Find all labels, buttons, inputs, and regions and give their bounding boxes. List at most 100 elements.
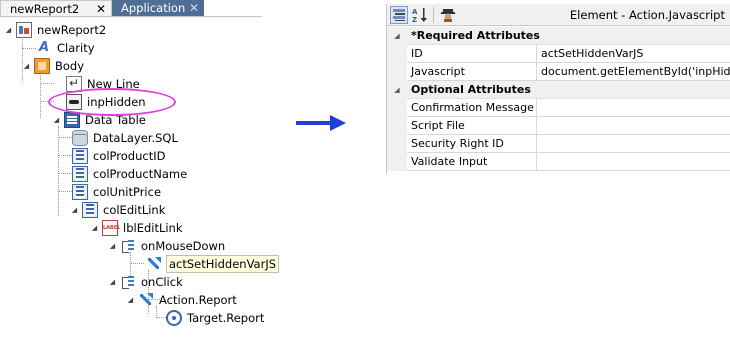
collapse-arrow-icon[interactable]: ◢ bbox=[387, 81, 407, 99]
data-table-icon bbox=[64, 112, 80, 128]
category-label: *Required Attributes bbox=[407, 27, 730, 45]
collapse-arrow-icon[interactable]: ◢ bbox=[52, 116, 61, 124]
column-icon bbox=[72, 148, 88, 164]
collapse-arrow-icon[interactable]: ◢ bbox=[126, 296, 135, 304]
categorized-view-icon bbox=[393, 9, 405, 21]
tree-item-onclick[interactable]: ◢ onClick bbox=[108, 273, 184, 291]
body-icon bbox=[34, 58, 50, 74]
tree-connector bbox=[40, 83, 54, 84]
tree-item-onmousedown[interactable]: ◢ onMouseDown bbox=[108, 237, 226, 255]
property-name: Security Right ID bbox=[407, 135, 537, 153]
tree-item-label: onClick bbox=[141, 275, 183, 289]
category-row-optional[interactable]: ◢ Optional Attributes bbox=[387, 81, 730, 99]
tree-connector bbox=[58, 126, 59, 216]
tree-item-colproductid[interactable]: colProductID bbox=[72, 147, 166, 165]
report-definition-tree: ◢ newReport2 A Clarity ◢ Body New Line i… bbox=[0, 18, 290, 352]
tab-application[interactable]: Application ✕ bbox=[112, 0, 204, 17]
property-name: Script File bbox=[407, 117, 537, 135]
report-icon bbox=[16, 22, 32, 38]
property-pages-icon bbox=[441, 9, 455, 22]
property-name: Confirmation Message bbox=[407, 99, 537, 117]
tree-item-label-selected: actSetHiddenVarJS bbox=[166, 255, 280, 273]
property-row-id[interactable]: ID actSetHiddenVarJS bbox=[387, 45, 730, 63]
property-row-confirmation-message[interactable]: Confirmation Message bbox=[387, 99, 730, 117]
tree-item-newreport2[interactable]: ◢ newReport2 bbox=[4, 21, 107, 39]
svg-text:Z: Z bbox=[412, 16, 417, 23]
property-value-field[interactable] bbox=[537, 99, 730, 117]
right-arrow-icon bbox=[296, 115, 346, 131]
property-value-field[interactable] bbox=[537, 117, 730, 135]
tree-item-clarity[interactable]: A Clarity bbox=[36, 39, 96, 57]
action-icon bbox=[138, 292, 154, 308]
property-name: ID bbox=[407, 45, 537, 63]
tree-item-colunitprice[interactable]: colUnitPrice bbox=[72, 183, 162, 201]
categorized-view-button[interactable] bbox=[390, 6, 408, 24]
label-icon: LABEL bbox=[102, 220, 120, 236]
tree-connector bbox=[22, 48, 36, 49]
row-gutter bbox=[387, 153, 407, 171]
row-gutter bbox=[387, 135, 407, 153]
property-value-field[interactable] bbox=[537, 135, 730, 153]
close-icon[interactable]: ✕ bbox=[189, 0, 199, 17]
property-name: Validate Input bbox=[407, 153, 537, 171]
tree-connector bbox=[156, 317, 166, 318]
tree-item-label: lblEditLink bbox=[123, 221, 183, 235]
column-icon bbox=[72, 184, 88, 200]
tree-item-label: Body bbox=[55, 59, 85, 73]
tree-connector bbox=[58, 191, 72, 192]
tree-item-actsethiddenvarjs[interactable]: actSetHiddenVarJS bbox=[146, 255, 280, 273]
datalayer-icon bbox=[72, 130, 88, 146]
tree-item-label: colUnitPrice bbox=[93, 185, 162, 199]
tree-item-datalayer[interactable]: DataLayer.SQL bbox=[72, 129, 179, 147]
property-row-javascript[interactable]: Javascript document.getElementById('inpH… bbox=[387, 63, 730, 81]
collapse-arrow-icon[interactable]: ◢ bbox=[70, 206, 79, 214]
column-icon bbox=[82, 202, 98, 218]
property-row-script-file[interactable]: Script File bbox=[387, 117, 730, 135]
property-value-field[interactable] bbox=[537, 153, 730, 171]
property-row-security-right-id[interactable]: Security Right ID bbox=[387, 135, 730, 153]
highlight-ellipse bbox=[48, 88, 176, 116]
tree-item-colproductname[interactable]: colProductName bbox=[72, 165, 188, 183]
collapse-arrow-icon[interactable]: ◢ bbox=[4, 26, 13, 34]
tree-item-label: Clarity bbox=[57, 41, 95, 55]
event-handler-icon bbox=[120, 274, 136, 290]
category-label: Optional Attributes bbox=[407, 81, 730, 99]
tree-item-body[interactable]: ◢ Body bbox=[22, 57, 85, 75]
tree-item-lbleditlink[interactable]: ◢ LABEL lblEditLink bbox=[90, 219, 184, 237]
alphabetical-sort-button[interactable]: A Z bbox=[411, 6, 429, 24]
document-tab-bar: newReport2 ✕ Application ✕ bbox=[0, 0, 262, 18]
tree-item-label: newReport2 bbox=[37, 23, 107, 37]
tree-item-label: Target.Report bbox=[187, 311, 265, 325]
collapse-arrow-icon[interactable]: ◢ bbox=[108, 242, 117, 250]
tab-newreport2-label: newReport2 bbox=[10, 2, 80, 16]
style-icon: A bbox=[38, 40, 50, 55]
column-icon bbox=[72, 166, 88, 182]
property-name: Javascript bbox=[407, 63, 537, 81]
collapse-arrow-icon[interactable]: ◢ bbox=[22, 62, 31, 70]
tree-connector bbox=[58, 155, 72, 156]
property-grid: ◢ *Required Attributes ID actSetHiddenVa… bbox=[387, 27, 730, 171]
tree-item-label: DataLayer.SQL bbox=[93, 131, 178, 145]
property-value-field[interactable]: actSetHiddenVarJS bbox=[537, 45, 730, 63]
tab-newreport2[interactable]: newReport2 ✕ bbox=[0, 0, 112, 17]
target-icon bbox=[166, 310, 182, 326]
tree-item-label: colProductName bbox=[93, 167, 188, 181]
event-handler-icon bbox=[120, 238, 136, 254]
tree-item-label: Action.Report bbox=[159, 293, 237, 307]
toolbar-separator bbox=[433, 7, 434, 23]
collapse-arrow-icon[interactable]: ◢ bbox=[387, 27, 407, 45]
row-gutter bbox=[387, 45, 407, 63]
row-gutter bbox=[387, 117, 407, 135]
tree-item-action-report[interactable]: ◢ Action.Report bbox=[126, 291, 238, 309]
collapse-arrow-icon[interactable]: ◢ bbox=[108, 278, 117, 286]
collapse-arrow-icon[interactable]: ◢ bbox=[90, 224, 99, 232]
tree-item-target-report[interactable]: Target.Report bbox=[166, 309, 265, 327]
tree-item-coleditlink[interactable]: ◢ colEditLink bbox=[70, 201, 166, 219]
property-row-validate-input[interactable]: Validate Input bbox=[387, 153, 730, 171]
tree-item-label: colProductID bbox=[93, 149, 166, 163]
property-value-field[interactable]: document.getElementById('inpHidde bbox=[537, 63, 730, 81]
property-pages-button[interactable] bbox=[439, 6, 457, 24]
category-row-required[interactable]: ◢ *Required Attributes bbox=[387, 27, 730, 45]
tree-item-label: colEditLink bbox=[103, 203, 166, 217]
tree-connector bbox=[58, 137, 72, 138]
